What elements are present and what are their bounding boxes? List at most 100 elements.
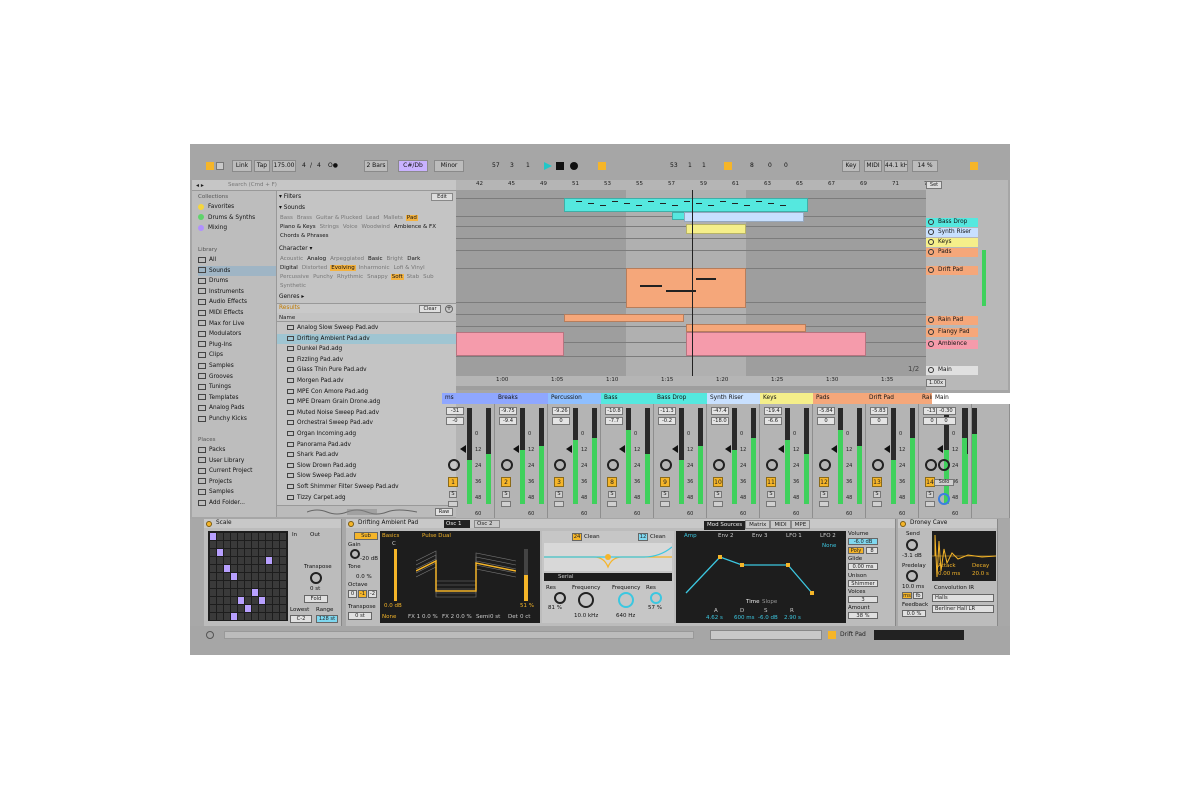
meter-numerator[interactable]: 4 bbox=[302, 160, 306, 172]
loop-length-bar[interactable]: 8 bbox=[750, 160, 754, 172]
result-item[interactable]: Shark Pad.adv bbox=[277, 450, 457, 461]
scale-cell[interactable] bbox=[245, 581, 251, 588]
scale-cell[interactable] bbox=[252, 573, 258, 580]
collection-item[interactable]: Mixing bbox=[198, 223, 227, 233]
track-fold-icon[interactable] bbox=[928, 239, 934, 245]
scale-cell[interactable] bbox=[238, 557, 244, 564]
track-activator[interactable]: 11 bbox=[766, 477, 776, 487]
scale-cell[interactable] bbox=[259, 557, 265, 564]
scale-cell[interactable] bbox=[217, 557, 223, 564]
scale-cell[interactable] bbox=[238, 605, 244, 612]
scale-cell[interactable] bbox=[238, 573, 244, 580]
tempo-field[interactable]: 175.00 bbox=[272, 160, 296, 172]
midi-note[interactable] bbox=[696, 278, 716, 280]
pan-readout[interactable]: -0 bbox=[446, 417, 464, 425]
midi-note[interactable] bbox=[588, 203, 594, 204]
scale-cell-active[interactable] bbox=[266, 557, 272, 564]
scale-cell[interactable] bbox=[273, 573, 279, 580]
track-activator[interactable]: 1 bbox=[448, 477, 458, 487]
scale-cell[interactable] bbox=[273, 613, 279, 620]
arrangement-clip[interactable] bbox=[686, 324, 806, 332]
result-item[interactable]: Slow Drown Pad.adg bbox=[277, 461, 457, 472]
view-toggle-icon[interactable] bbox=[206, 162, 214, 170]
library-item[interactable]: Modulators bbox=[198, 329, 241, 339]
mod-target-select[interactable]: None bbox=[822, 543, 836, 549]
scale-cell[interactable] bbox=[280, 533, 286, 540]
scale-cell[interactable] bbox=[280, 589, 286, 596]
track-fold-icon[interactable] bbox=[928, 329, 934, 335]
loop-length-sub[interactable]: 0 bbox=[784, 160, 788, 172]
loop-icon[interactable] bbox=[724, 162, 732, 170]
scale-cell[interactable] bbox=[280, 549, 286, 556]
filter-tag[interactable]: Percussive bbox=[279, 274, 310, 280]
solo-button[interactable]: S bbox=[449, 491, 457, 498]
scale-cell[interactable] bbox=[224, 557, 230, 564]
track-fold-icon[interactable] bbox=[928, 249, 934, 255]
send-knob[interactable] bbox=[906, 539, 918, 551]
filter-tag[interactable]: Rhythmic bbox=[336, 274, 364, 280]
preview-waveform[interactable] bbox=[307, 507, 417, 517]
filter-tag[interactable]: Pad bbox=[405, 215, 418, 221]
scale-cell[interactable] bbox=[280, 541, 286, 548]
filter-tag[interactable]: Chords & Phrases bbox=[279, 233, 330, 239]
octave-button[interactable]: -2 bbox=[368, 590, 377, 598]
view-toggle-icon-2[interactable] bbox=[216, 162, 224, 170]
midi-note[interactable] bbox=[684, 201, 690, 202]
scale-cell[interactable] bbox=[231, 541, 237, 548]
track-activator[interactable]: 3 bbox=[554, 477, 564, 487]
result-item[interactable]: Panorama Pad.adv bbox=[277, 440, 457, 451]
draw-mode-icon[interactable] bbox=[598, 162, 606, 170]
result-item[interactable]: Dunkel Pad.adg bbox=[277, 344, 457, 355]
scale-cell[interactable] bbox=[266, 605, 272, 612]
scale-cell[interactable] bbox=[280, 573, 286, 580]
scale-cell[interactable] bbox=[210, 605, 216, 612]
scale-cell[interactable] bbox=[210, 581, 216, 588]
channel-name[interactable]: Pads bbox=[813, 393, 866, 404]
track-header[interactable]: Keys bbox=[926, 238, 978, 247]
filter-tag[interactable]: Analog bbox=[306, 256, 327, 262]
fader-arrow-icon[interactable] bbox=[884, 445, 890, 453]
res2-knob[interactable] bbox=[650, 592, 662, 604]
pan-readout[interactable]: -0.2 bbox=[658, 417, 676, 425]
scale-cell[interactable] bbox=[273, 533, 279, 540]
filter1-slope[interactable]: 24 bbox=[572, 533, 582, 541]
device-power-icon[interactable] bbox=[900, 520, 906, 527]
track-fold-icon[interactable] bbox=[928, 367, 934, 373]
scale-cell[interactable] bbox=[224, 597, 230, 604]
pan-readout[interactable]: -6.6 bbox=[764, 417, 782, 425]
envelope-tab[interactable]: LFO 2 bbox=[820, 533, 836, 539]
amount-field[interactable]: 38 % bbox=[848, 612, 878, 619]
semi-value[interactable]: 0 st bbox=[490, 614, 500, 620]
scale-cell[interactable] bbox=[224, 541, 230, 548]
scale-cell[interactable] bbox=[273, 557, 279, 564]
filter-tag[interactable]: Strings bbox=[319, 224, 340, 230]
arrangement-clip[interactable] bbox=[684, 212, 804, 222]
track-header[interactable]: Flangy Pad bbox=[926, 328, 978, 337]
scale-cell[interactable] bbox=[273, 549, 279, 556]
freq2-knob[interactable] bbox=[618, 592, 634, 608]
result-item[interactable]: Morgen Pad.adv bbox=[277, 376, 457, 387]
scale-cell[interactable] bbox=[217, 565, 223, 572]
midi-note[interactable] bbox=[708, 205, 714, 206]
midi-note[interactable] bbox=[660, 203, 666, 204]
scale-cell[interactable] bbox=[252, 597, 258, 604]
scale-cell[interactable] bbox=[217, 573, 223, 580]
scale-cell[interactable] bbox=[245, 549, 251, 556]
pan-readout[interactable]: 0 bbox=[936, 417, 956, 425]
arrangement-clip[interactable] bbox=[686, 332, 866, 356]
scale-cell[interactable] bbox=[252, 613, 258, 620]
fader-arrow-icon[interactable] bbox=[513, 445, 519, 453]
solo-button[interactable]: S bbox=[873, 491, 881, 498]
channel-name[interactable]: Bass Drop bbox=[654, 393, 707, 404]
track-activator[interactable]: 2 bbox=[501, 477, 511, 487]
mod-none-select[interactable]: None bbox=[382, 614, 396, 620]
pan-knob[interactable] bbox=[766, 459, 778, 471]
scale-cell[interactable] bbox=[210, 549, 216, 556]
volume-readout[interactable]: -9.75 bbox=[499, 407, 517, 415]
track-header[interactable]: Rain Pad bbox=[926, 316, 978, 325]
filter-tag[interactable]: Mallets bbox=[382, 215, 404, 221]
scale-cell[interactable] bbox=[259, 549, 265, 556]
scale-cell[interactable] bbox=[266, 541, 272, 548]
track-header[interactable]: Synth Riser bbox=[926, 228, 978, 237]
fb-button[interactable]: fb bbox=[913, 592, 923, 599]
